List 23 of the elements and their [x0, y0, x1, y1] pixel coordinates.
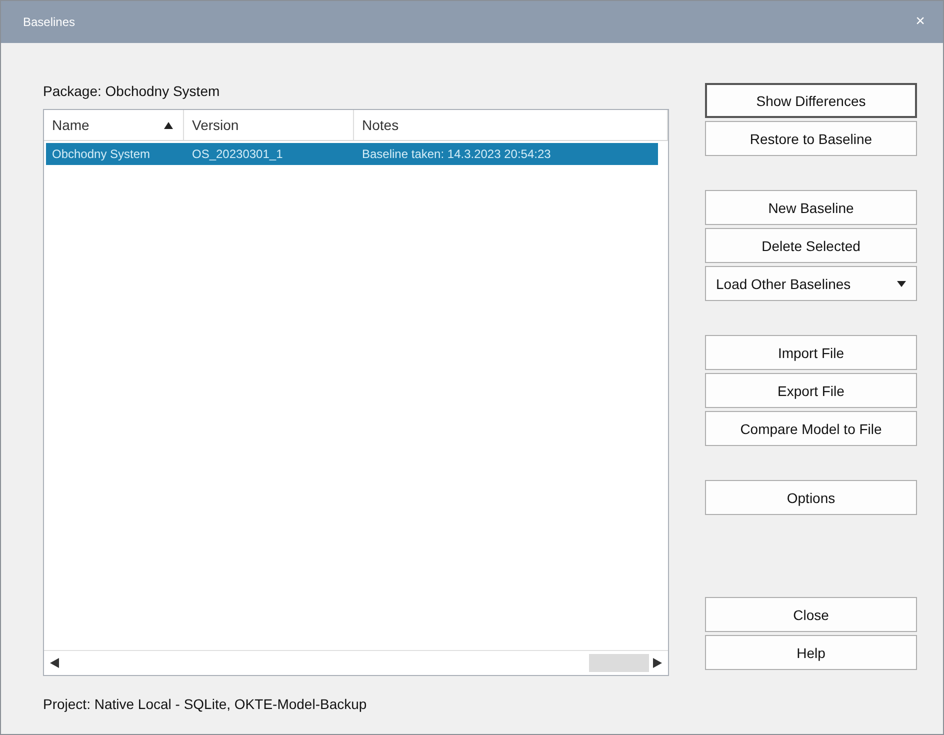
dialog-button[interactable]: New Baseline: [705, 190, 917, 225]
project-label: Project: Native Local - SQLite, OKTE-Model-Backup: [43, 696, 367, 712]
caret-icon: [897, 280, 906, 286]
table-cell-text: OS_20230301_1: [191, 146, 284, 163]
scroll-right-icon[interactable]: [653, 658, 662, 668]
dropdown-button[interactable]: Load Other Baselines: [705, 266, 917, 301]
table-cell-text: Obchodny System: [51, 146, 152, 163]
dialog-button[interactable]: Close: [705, 597, 917, 632]
scrollbar-thumb[interactable]: [589, 654, 649, 672]
dialog-button[interactable]: Restore to Baseline: [705, 121, 917, 156]
dialog-button[interactable]: Import File: [705, 335, 917, 370]
scroll-left-icon[interactable]: [50, 658, 59, 668]
dialog-button[interactable]: Delete Selected: [705, 228, 917, 263]
package-label: Package: Obchodny System: [43, 83, 220, 99]
dialog-button[interactable]: Help: [705, 635, 917, 670]
window-title: Baselines: [23, 15, 76, 29]
dialog-button[interactable]: Options: [705, 480, 917, 515]
show-differences-button[interactable]: Show Differences: [705, 83, 917, 118]
sort-icon: [164, 122, 173, 128]
dialog-button[interactable]: Compare Model to File: [705, 411, 917, 446]
table-cell-text: Baseline taken: 14.3.2023 20:54:23: [361, 146, 552, 163]
dialog-button[interactable]: Export File: [705, 373, 917, 408]
list-row[interactable]: Obchodny System OS_20230301_1 Baseline taken: 14.3.2023 20:54:23: [46, 143, 658, 165]
